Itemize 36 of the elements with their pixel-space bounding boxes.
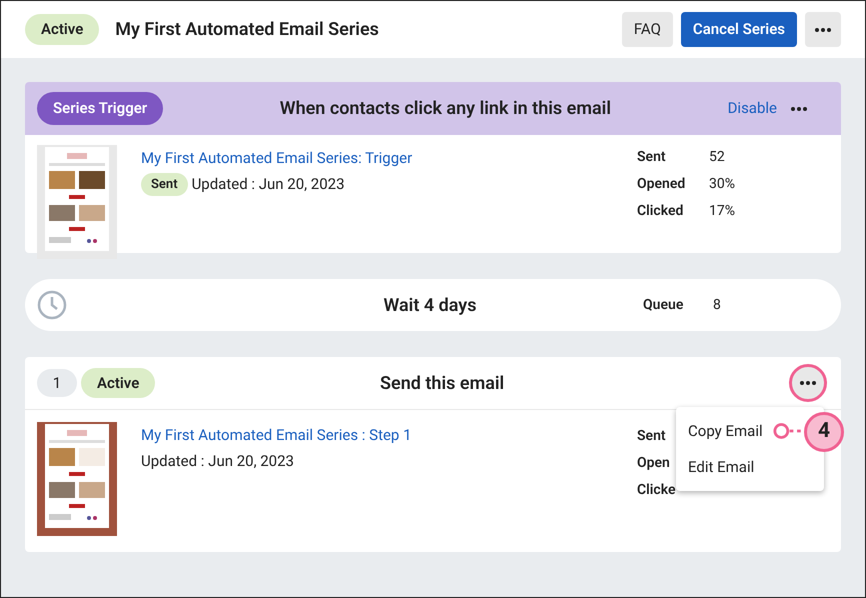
stat-label: Opened — [637, 175, 686, 194]
email-link[interactable]: My First Automated Email Series : Step 1 — [141, 424, 637, 446]
updated-date: Updated : Jun 20, 2023 — [141, 450, 295, 472]
disable-link[interactable]: Disable — [728, 97, 777, 120]
stat-value: 30% — [709, 175, 736, 194]
updated-date: Updated : Jun 20, 2023 — [192, 174, 345, 195]
email-link[interactable]: My First Automated Email Series: Trigger — [141, 147, 637, 170]
callout-badge: 4 — [804, 412, 844, 452]
more-button[interactable] — [805, 12, 841, 47]
menu-item[interactable]: Edit Email — [676, 449, 766, 485]
stat-value: 17% — [709, 202, 736, 221]
stat-label: Clicke — [637, 481, 676, 500]
stat-label: Sent — [637, 148, 667, 167]
more-icon — [815, 28, 831, 32]
wait-title: Wait 4 days — [382, 294, 478, 318]
status-badge: Active — [25, 14, 100, 45]
trigger-badge: Series Trigger — [37, 92, 164, 125]
stat-label: Clicked — [637, 202, 684, 221]
trigger-title: When contacts click any link in this email — [278, 97, 612, 121]
status-badge: Active — [81, 368, 156, 398]
sent-badge: Sent — [141, 172, 188, 196]
queue-value: 8 — [713, 296, 722, 314]
more-icon — [791, 106, 807, 110]
step-number: 1 — [37, 369, 77, 397]
more-icon — [800, 381, 816, 385]
faq-button[interactable]: FAQ — [622, 12, 673, 47]
stat-label: Sent — [637, 427, 666, 446]
step-title: Send this email — [379, 372, 506, 396]
stat-value: 52 — [709, 148, 726, 167]
clock-icon — [37, 290, 67, 320]
cancel-button[interactable]: Cancel Series — [680, 12, 797, 47]
queue-label: Queue — [643, 296, 684, 314]
stat-label: Open — [637, 454, 670, 473]
more-button[interactable] — [789, 364, 827, 402]
page-title: My First Automated Email Series — [115, 18, 380, 42]
menu-item[interactable]: Copy Email — [676, 413, 775, 449]
